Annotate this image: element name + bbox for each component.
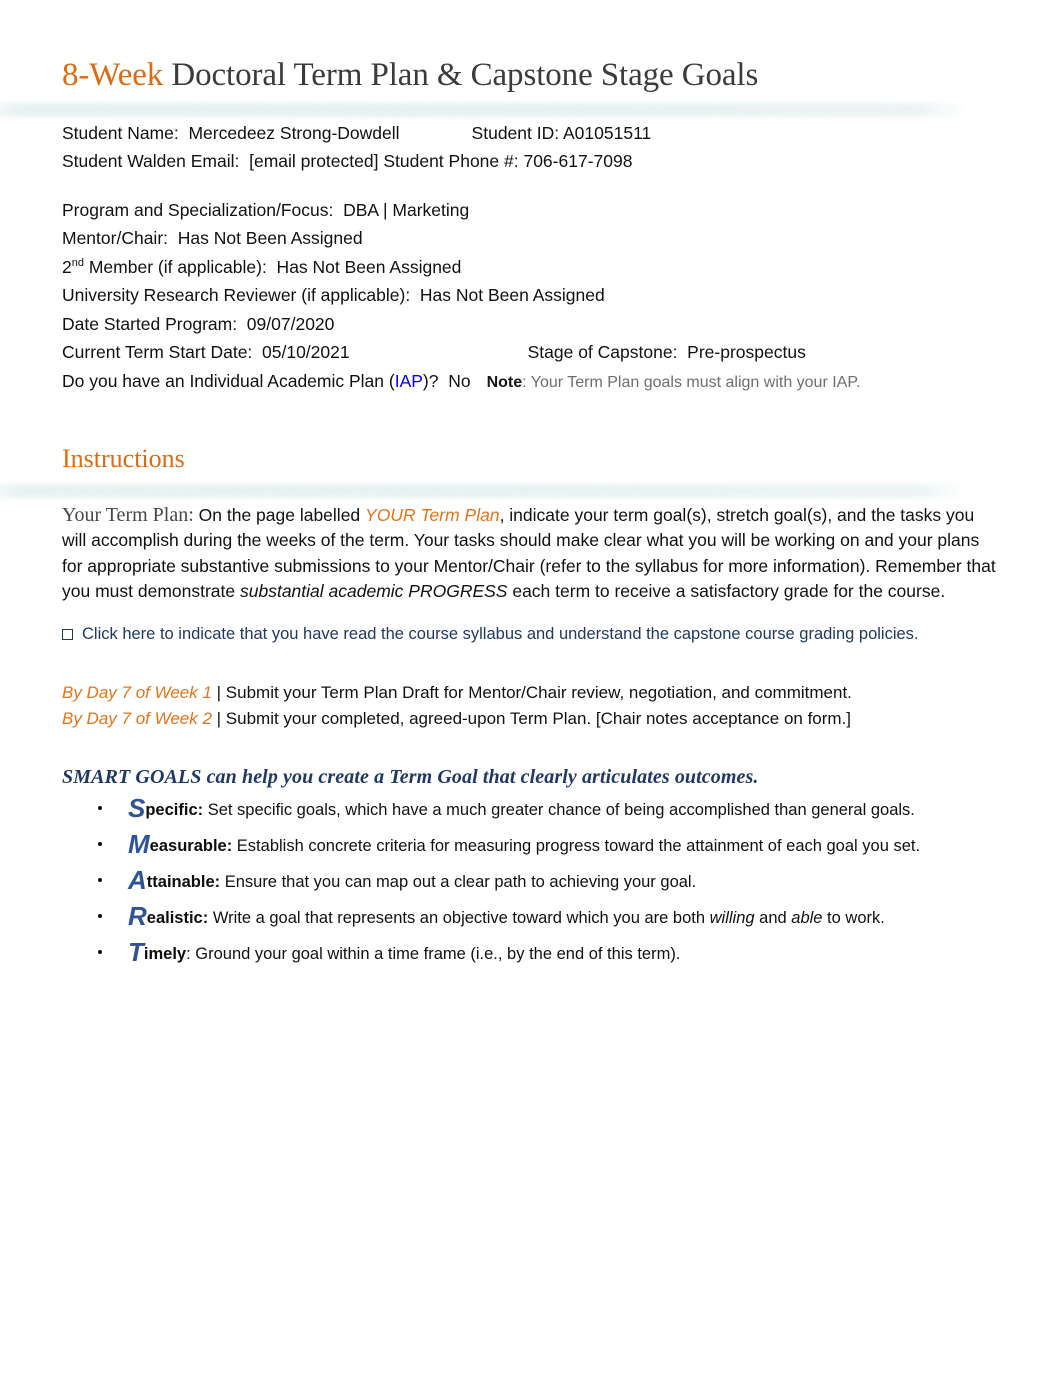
smart-description: Set specific goals, which have a much gr… [203,801,915,820]
syllabus-acknowledgement-row[interactable]: Click here to indicate that you have rea… [62,622,1002,646]
second-member-ordinal: nd [71,257,84,270]
deadline-line: By Day 7 of Week 2 | Submit your complet… [62,706,1002,732]
bullet-icon [98,878,102,883]
smart-initial-letter: M [128,829,150,860]
student-name-label: Student Name: [62,122,189,143]
document-content: 8-Week Doctoral Term Plan & Capstone Sta… [62,0,1002,979]
student-phone-label: Student Phone #: [383,151,524,172]
student-email-line: Student Walden Email: [email protected] … [62,147,1002,176]
list-item: Measurable: Establish concrete criteria … [62,831,1002,859]
student-info-block: Student Name: Mercedeez Strong-Dowdell St… [62,119,1002,398]
iap-question-prefix: Do you have an Individual Academic Plan … [62,370,395,391]
current-term-start: Current Term Start Date: 05/10/2021 [62,342,350,363]
your-term-plan-reference: YOUR Term Plan [365,504,500,525]
smart-emphasis-able: able [791,909,823,928]
term-plan-text-1: On the page labelled [193,504,366,525]
note-label: Note [486,373,523,391]
smart-emphasis-willing: willing [709,909,755,928]
student-email-label: Student Walden Email: [62,151,250,172]
second-member-line: 2nd Member (if applicable): Has Not Been… [62,253,1002,282]
smart-goals-heading: SMART GOALS can help you create a Term G… [62,766,759,789]
second-member-rest: Member (if applicable): Has Not Been Ass… [83,256,462,277]
smart-initial-letter: R [128,901,147,932]
student-name-line: Student Name: Mercedeez Strong-Dowdell St… [62,119,1002,148]
smart-initial-letter: T [128,937,144,968]
instructions-heading: Instructions [62,444,185,474]
note-text: : Your Term Plan goals must align with y… [522,373,861,391]
deadline-line: By Day 7 of Week 1 | Submit your Term Pl… [62,680,1002,706]
term-plan-paragraph: Your Term Plan: On the page labelled YOU… [62,503,1002,605]
smart-term: pecific: [145,801,204,820]
mentor-chair-line: Mentor/Chair: Has Not Been Assigned [62,228,363,249]
document-page: 8-Week Doctoral Term Plan & Capstone Sta… [0,0,1062,1377]
deadline-accent: By Day 7 of Week 1 [62,683,212,703]
bullet-icon [98,950,102,955]
smart-description: Establish concrete criteria for measurin… [232,837,921,856]
student-id-value: A01051511 [563,122,652,143]
smart-description: Ensure that you can map out a clear path… [220,873,697,892]
stage-of-capstone: Stage of Capstone: Pre-prospectus [527,342,806,363]
list-item: Specific: Set specific goals, which have… [62,795,1002,823]
list-item: Timely: Ground your goal within a time f… [62,939,1002,967]
page-title-rest: Doctoral Term Plan & Capstone Stage Goal… [163,57,759,93]
iap-question-line: Do you have an Individual Academic Plan … [62,367,1002,398]
student-name-value: Mercedeez Strong-Dowdell [188,122,400,143]
syllabus-checkbox[interactable] [62,628,73,640]
smart-description: Write a goal that represents an objectiv… [208,909,710,928]
smart-initial-letter: A [128,865,147,896]
smart-term: ealistic: [146,909,209,928]
university-research-reviewer-line: University Research Reviewer (if applica… [62,285,605,306]
deadline-accent: By Day 7 of Week 2 [62,709,212,729]
student-phone-value: 706-617-7098 [523,151,633,172]
page-title: 8-Week Doctoral Term Plan & Capstone Sta… [62,0,1002,95]
iap-question-suffix: )? No [422,370,471,391]
smart-description-mid: and [754,909,792,928]
deadline-text: | Submit your completed, agreed-upon Ter… [211,709,852,729]
term-start-stage-line: Current Term Start Date: 05/10/2021 Stage… [62,338,1002,367]
student-id-label: Student ID: [471,122,563,143]
program-line: Program and Specialization/Focus: DBA | … [62,199,470,220]
progress-emphasis: substantial academic PROGRESS [240,581,508,602]
iap-note: Note: Your Term Plan goals must align wi… [487,371,861,391]
smart-term: imely [143,945,187,964]
list-item: Realistic: Write a goal that represents … [62,903,1002,931]
deadline-lines: By Day 7 of Week 1 | Submit your Term Pl… [62,680,1002,732]
bullet-icon [98,842,102,847]
list-item: Attainable: Ensure that you can map out … [62,867,1002,895]
smart-description-post: to work. [822,909,885,928]
bullet-icon [98,806,102,811]
bullet-icon [98,914,102,919]
student-email-value: [email protected] [249,151,379,172]
term-plan-label: Your Term Plan: [62,503,194,526]
term-plan-text-3: each term to receive a satisfactory grad… [507,581,946,602]
date-started-line: Date Started Program: 09/07/2020 [62,313,335,334]
smart-term: easurable: [149,837,233,856]
syllabus-checkbox-label: Click here to indicate that you have rea… [82,625,919,644]
smart-term: ttainable: [146,873,221,892]
page-title-accent: 8-Week [62,57,164,93]
smart-goals-list: Specific: Set specific goals, which have… [62,795,1002,967]
smart-description: : Ground your goal within a time frame (… [186,945,681,964]
smart-initial-letter: S [128,793,146,824]
deadline-text: | Submit your Term Plan Draft for Mentor… [211,683,852,703]
second-member-number: 2 [62,256,72,277]
iap-link[interactable]: IAP [395,371,423,391]
